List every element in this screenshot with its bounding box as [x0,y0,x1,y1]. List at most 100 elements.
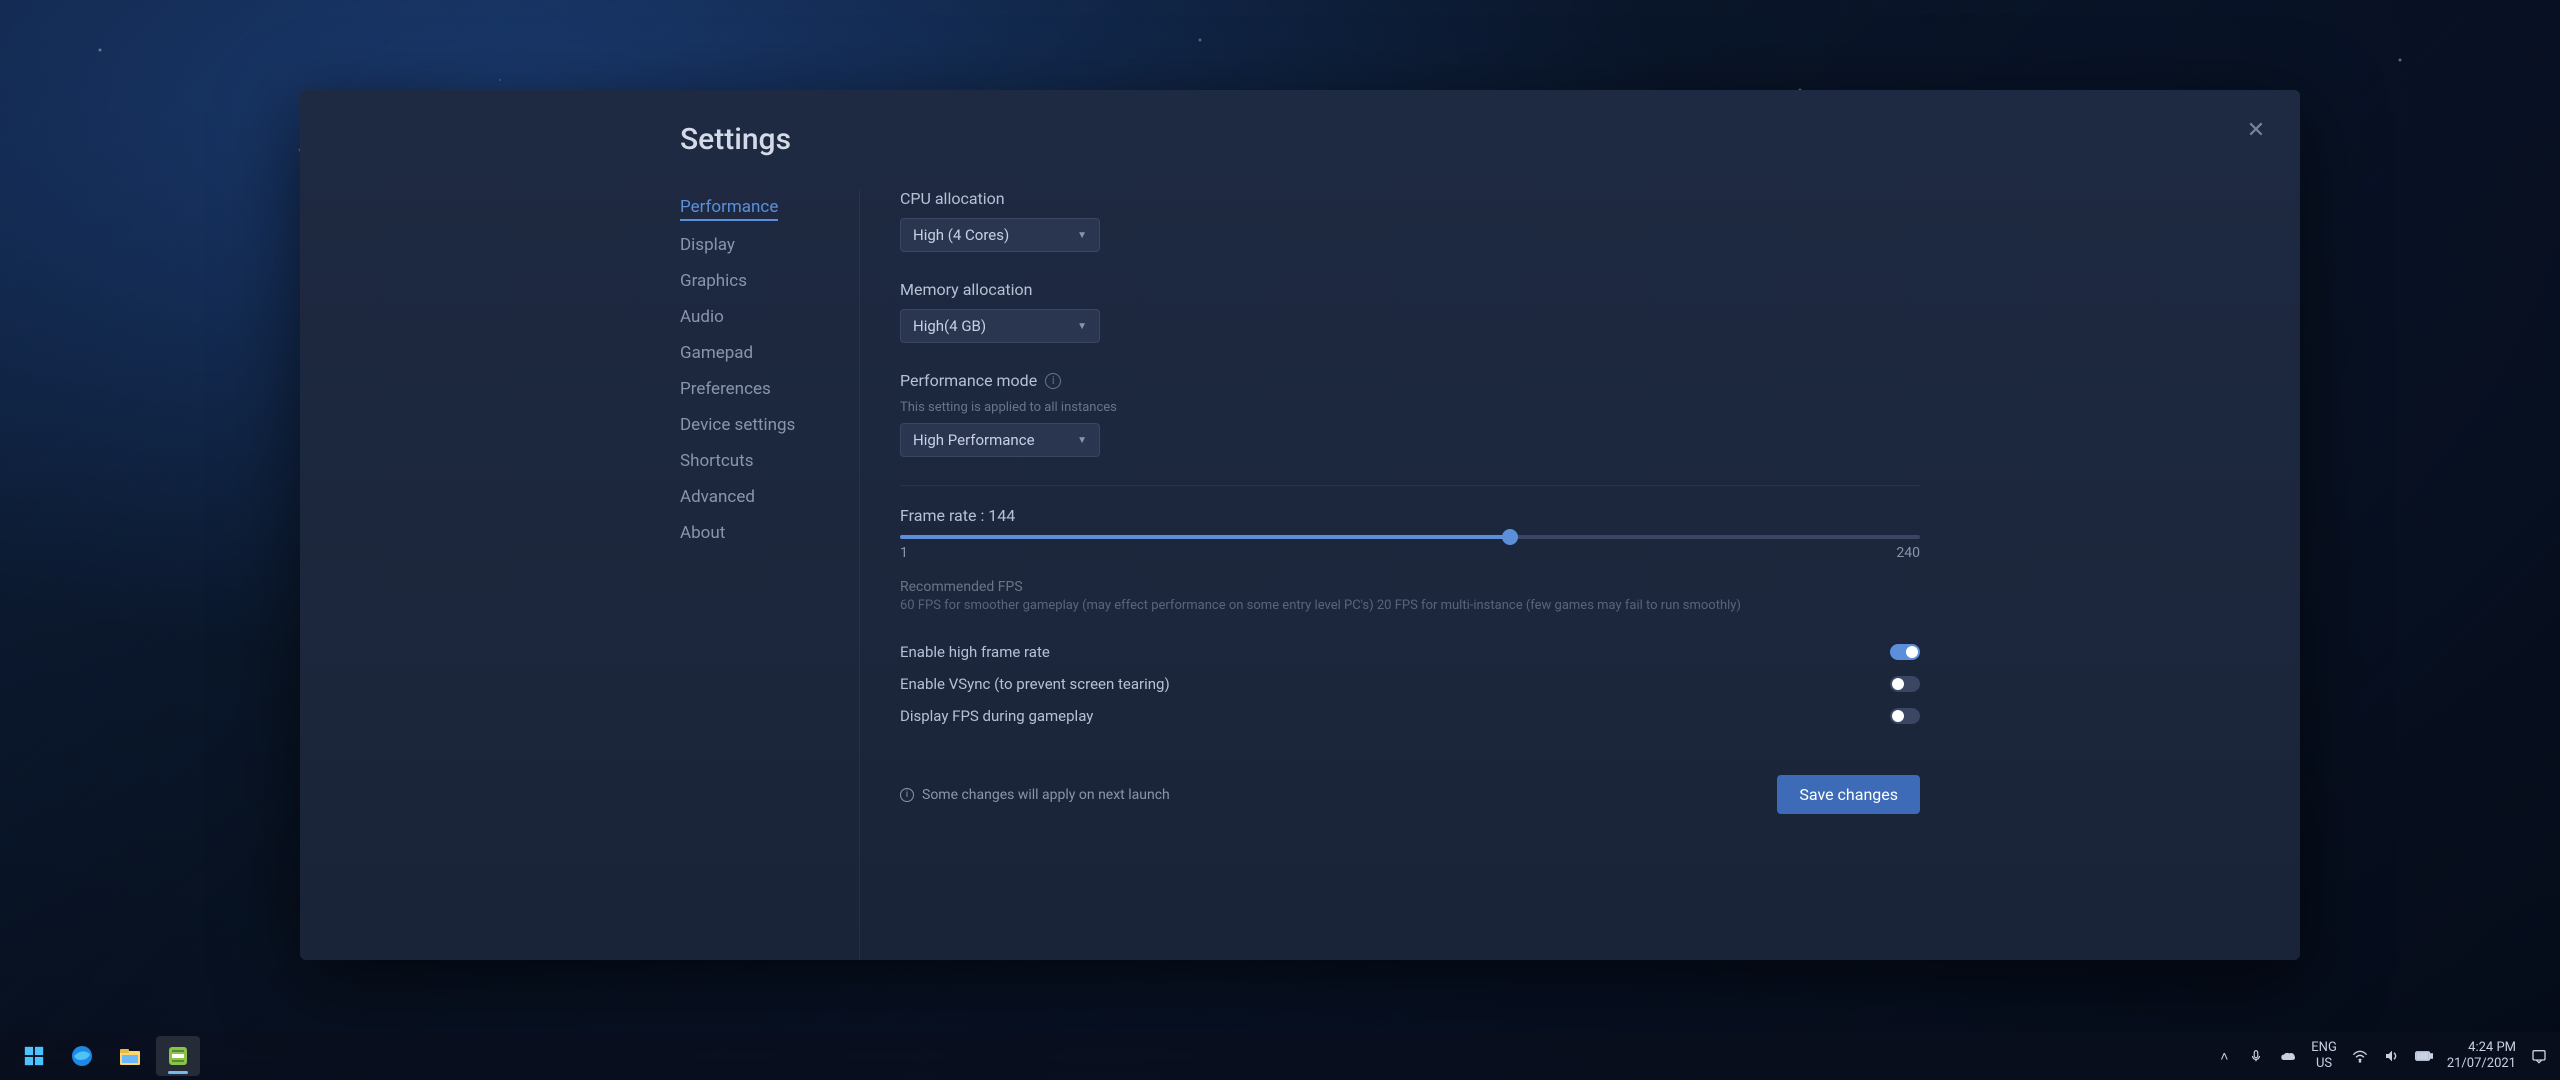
toggle-label: Enable VSync (to prevent screen tearing) [900,675,1170,693]
sidebar-item-label: Device settings [680,415,795,435]
memory-allocation-label: Memory allocation [900,280,1920,299]
taskbar-app-explorer[interactable] [108,1036,152,1076]
performance-mode-label-text: Performance mode [900,371,1037,390]
close-button[interactable]: ✕ [2240,114,2272,146]
sidebar-item-label: Graphics [680,271,747,291]
footer: i Some changes will apply on next launch… [900,775,1920,814]
taskbar-app-bluestacks[interactable] [156,1036,200,1076]
toggle-knob [1892,678,1904,690]
sidebar-item-label: Gamepad [680,343,753,363]
sidebar-item-audio[interactable]: Audio [680,299,839,335]
modal-body: Performance Display Graphics Audio Gamep… [300,165,2300,960]
cpu-allocation-label: CPU allocation [900,189,1920,208]
settings-modal: ✕ Settings Performance Display Graphics … [300,90,2300,960]
close-icon: ✕ [2247,118,2265,143]
recommended-body: 60 FPS for smoother gameplay (may effect… [900,597,1920,615]
sidebar-item-shortcuts[interactable]: Shortcuts [680,443,839,479]
slider-fill [900,535,1510,539]
footer-note: i Some changes will apply on next launch [900,787,1170,803]
toggle-row-display-fps: Display FPS during gameplay [900,707,1920,725]
slider-min: 1 [900,545,908,561]
toggle-knob [1892,710,1904,722]
tray-notifications-icon[interactable] [2530,1047,2548,1065]
performance-mode-label: Performance mode i [900,371,1920,390]
chevron-up-icon: ˄ [2220,1048,2228,1065]
language-indicator[interactable]: ENG US [2311,1040,2337,1071]
tray-microphone-icon[interactable] [2247,1047,2265,1065]
notification-icon [2531,1048,2547,1064]
taskbar-app-edge[interactable] [60,1036,104,1076]
frame-rate-slider[interactable] [900,535,1920,539]
tray-volume-icon[interactable] [2383,1047,2401,1065]
display-fps-toggle[interactable] [1890,708,1920,724]
taskbar: ˄ ENG US 4:24 PM 21/07/2021 [0,1032,2560,1080]
tray-expand-button[interactable]: ˄ [2215,1047,2233,1065]
clock-date: 21/07/2021 [2447,1056,2516,1072]
vsync-toggle[interactable] [1890,676,1920,692]
folder-icon [118,1045,142,1067]
sidebar-item-label: Shortcuts [680,451,754,471]
language-line2: US [2311,1056,2337,1072]
sidebar-item-label: Display [680,235,735,255]
toggle-row-high-frame: Enable high frame rate [900,643,1920,661]
performance-mode-select[interactable]: High Performance ▼ [900,423,1100,457]
frame-rate-group: Frame rate : 144 1 240 Recommended FPS 6… [900,506,1920,615]
sidebar-item-performance[interactable]: Performance [680,189,778,221]
info-icon[interactable]: i [1045,373,1061,389]
sidebar-item-gamepad[interactable]: Gamepad [680,335,839,371]
toggle-label: Enable high frame rate [900,643,1050,661]
chevron-down-icon: ▼ [1077,435,1087,446]
sidebar-item-label: Audio [680,307,724,327]
memory-allocation-select[interactable]: High(4 GB) ▼ [900,309,1100,343]
sidebar-item-about[interactable]: About [680,515,839,551]
sidebar-item-graphics[interactable]: Graphics [680,263,839,299]
content-panel: CPU allocation High (4 Cores) ▼ Memory a… [860,189,2300,960]
modal-header: Settings [300,90,2300,165]
select-value: High(4 GB) [913,317,986,335]
clock-time: 4:24 PM [2447,1040,2516,1056]
edge-icon [70,1044,94,1068]
performance-mode-group: Performance mode i This setting is appli… [900,371,1920,457]
sidebar-item-advanced[interactable]: Advanced [680,479,839,515]
onedrive-icon [2280,1050,2296,1062]
sidebar-item-display[interactable]: Display [680,227,839,263]
taskbar-right: ˄ ENG US 4:24 PM 21/07/2021 [2215,1040,2548,1071]
chevron-down-icon: ▼ [1077,230,1087,241]
info-circle-icon: i [900,788,914,802]
toggle-row-vsync: Enable VSync (to prevent screen tearing) [900,675,1920,693]
divider [900,485,1920,486]
language-line1: ENG [2311,1040,2337,1056]
sidebar-item-label: Advanced [680,487,755,507]
high-frame-toggle[interactable] [1890,644,1920,660]
windows-icon [23,1045,45,1067]
tray-wifi-icon[interactable] [2351,1047,2369,1065]
tray-battery-icon[interactable] [2415,1047,2433,1065]
save-changes-button[interactable]: Save changes [1777,775,1920,814]
tray-onedrive-icon[interactable] [2279,1047,2297,1065]
battery-icon [2415,1050,2433,1062]
sidebar: Performance Display Graphics Audio Gamep… [300,189,860,960]
slider-max: 240 [1896,545,1920,561]
select-value: High (4 Cores) [913,226,1009,244]
performance-mode-hint: This setting is applied to all instances [900,400,1920,415]
frame-rate-label: Frame rate : 144 [900,506,1920,525]
footer-note-text: Some changes will apply on next launch [922,787,1170,803]
taskbar-left [12,1036,200,1076]
microphone-icon [2249,1049,2263,1063]
sidebar-item-device-settings[interactable]: Device settings [680,407,839,443]
sidebar-item-preferences[interactable]: Preferences [680,371,839,407]
clock[interactable]: 4:24 PM 21/07/2021 [2447,1040,2516,1071]
sidebar-item-label: Preferences [680,379,771,399]
chevron-down-icon: ▼ [1077,321,1087,332]
start-button[interactable] [12,1036,56,1076]
recommended-title: Recommended FPS [900,579,1920,595]
select-value: High Performance [913,431,1035,449]
volume-icon [2384,1049,2400,1063]
wifi-icon [2352,1049,2368,1063]
bluestacks-icon [166,1044,190,1068]
sidebar-item-label: About [680,523,725,543]
slider-range-row: 1 240 [900,545,1920,561]
cpu-allocation-select[interactable]: High (4 Cores) ▼ [900,218,1100,252]
slider-thumb[interactable] [1502,529,1518,545]
toggle-label: Display FPS during gameplay [900,707,1093,725]
